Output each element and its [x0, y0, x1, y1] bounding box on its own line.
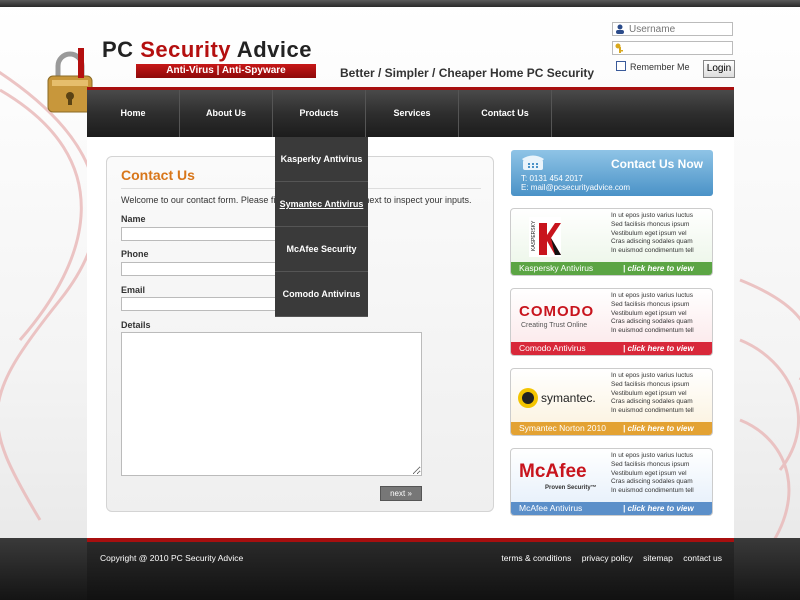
username-input[interactable] [612, 22, 733, 36]
nav-products[interactable]: Products [273, 90, 366, 137]
ad-description: In ut epos justo varius luctus Sed facili… [611, 452, 694, 495]
ad-description: In ut epos justo varius luctus Sed facili… [611, 292, 694, 335]
ad-cta[interactable]: | click here to view [623, 422, 694, 435]
ad-name: McAfee Antivirus [519, 503, 583, 513]
header-slogan: Better / Simpler / Cheaper Home PC Secur… [340, 66, 595, 80]
nav-services[interactable]: Services [366, 90, 459, 137]
products-dropdown: Kasperky Antivirus Symantec Antivirus Mc… [275, 137, 368, 317]
ad-symantec[interactable]: symantec. In ut epos justo varius luctus… [510, 368, 713, 436]
footer-link-privacy[interactable]: privacy policy [582, 553, 633, 563]
footer-link-sitemap[interactable]: sitemap [643, 553, 673, 563]
mcafee-logo: McAfee Proven Security™ [519, 461, 597, 491]
kaspersky-logo: KASPERSKY [529, 217, 561, 257]
nav-contact-us[interactable]: Contact Us [459, 90, 552, 137]
key-icon [615, 43, 623, 53]
svg-text:KASPERSKY: KASPERSKY [531, 220, 537, 251]
symantec-logo: symantec. [515, 373, 611, 419]
ad-kaspersky[interactable]: KASPERSKY In ut epos justo varius luctus… [510, 208, 713, 276]
contact-now-box[interactable]: Contact Us Now T: 0131 454 2017 E: mail@… [511, 150, 713, 196]
details-textarea[interactable] [121, 332, 422, 476]
ad-strip: Symantec Norton 2010 | click here to vie… [511, 422, 712, 435]
ad-mcafee[interactable]: McAfee Proven Security™ In ut epos justo… [510, 448, 713, 516]
footer-left-band [0, 538, 87, 600]
ad-strip: McAfee Antivirus | click here to view [511, 502, 712, 515]
login-button[interactable]: Login [703, 60, 735, 78]
remember-me[interactable]: Remember Me [616, 61, 690, 72]
footer-link-contact[interactable]: contact us [683, 553, 722, 563]
nav-about-us[interactable]: About Us [180, 90, 273, 137]
menu-item-comodo[interactable]: Comodo Antivirus [275, 272, 368, 317]
menu-item-kaspersky[interactable]: Kasperky Antivirus [275, 137, 368, 182]
ad-strip: Comodo Antivirus | click here to view [511, 342, 712, 355]
details-label: Details [121, 320, 151, 330]
phone-label: Phone [121, 249, 149, 259]
ad-cta[interactable]: | click here to view [623, 262, 694, 275]
ad-cta[interactable]: | click here to view [623, 342, 694, 355]
logo-tagline: Anti-Virus | Anti-Spyware [136, 64, 316, 78]
footer-right-band [734, 538, 800, 600]
ad-name: Kaspersky Antivirus [519, 263, 594, 273]
name-label: Name [121, 214, 146, 224]
ad-strip: Kaspersky Antivirus | click here to view [511, 262, 712, 275]
password-input[interactable] [612, 41, 733, 55]
ad-description: In ut epos justo varius luctus Sed facili… [611, 212, 694, 255]
comodo-logo: COMODO Creating Trust Online [519, 303, 595, 329]
ad-name: Symantec Norton 2010 [519, 423, 606, 433]
ad-name: Comodo Antivirus [519, 343, 586, 353]
footer: Copyright @ 2010 PC Security Advice term… [87, 538, 734, 600]
nav-home[interactable]: Home [87, 90, 180, 137]
symantec-mark-icon [518, 388, 538, 408]
contact-phone: T: 0131 454 2017 [521, 174, 583, 183]
remember-me-label: Remember Me [630, 62, 690, 72]
ad-description: In ut epos justo varius luctus Sed facili… [611, 372, 694, 415]
email-label: Email [121, 285, 146, 295]
menu-item-mcafee[interactable]: McAfee Security [275, 227, 368, 272]
footer-links: terms & conditions privacy policy sitema… [493, 553, 722, 563]
login-box: Remember Me Login [612, 20, 737, 80]
contact-heading: Contact Us [121, 167, 195, 183]
contact-now-title: Contact Us Now [610, 157, 703, 171]
next-button[interactable]: next » [380, 486, 422, 501]
contact-email[interactable]: E: mail@pcsecurityadvice.com [521, 183, 630, 192]
user-icon [616, 24, 624, 34]
copyright: Copyright @ 2010 PC Security Advice [100, 553, 244, 563]
top-bar [0, 0, 800, 7]
main-nav: Home About Us Products Services Contact … [87, 87, 734, 137]
ad-cta[interactable]: | click here to view [623, 502, 694, 515]
menu-item-symantec[interactable]: Symantec Antivirus [275, 182, 368, 227]
ad-comodo[interactable]: COMODO Creating Trust Online In ut epos … [510, 288, 713, 356]
phone-icon [522, 155, 544, 170]
remember-me-checkbox[interactable] [616, 61, 626, 71]
footer-link-terms[interactable]: terms & conditions [501, 553, 571, 563]
logo-title: PC Security Advice [102, 37, 312, 62]
